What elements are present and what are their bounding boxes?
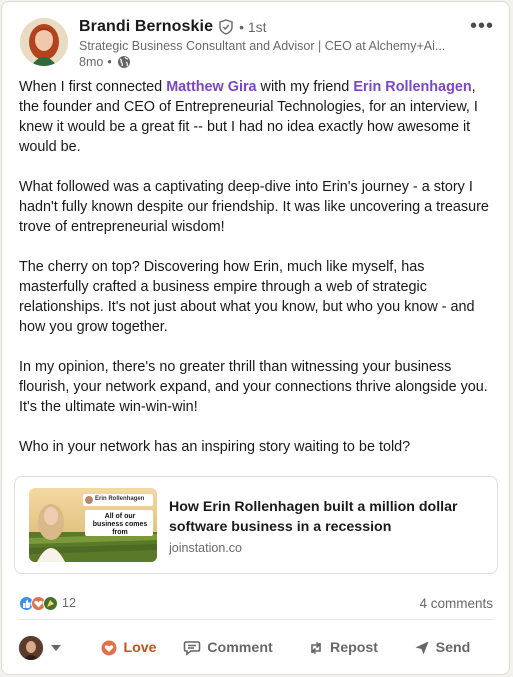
thumb-name: Erin Rollenhagen (95, 496, 145, 502)
degree-label: 1st (247, 19, 267, 35)
send-button[interactable]: Send (399, 628, 485, 668)
love-button[interactable]: Love (89, 628, 169, 668)
repost-button[interactable]: Repost (287, 628, 399, 668)
divider (19, 619, 493, 620)
action-bar: Love Comment Repost Send (19, 628, 493, 668)
thumb-caption: All of our business comes from (92, 513, 148, 536)
post-time: 8mo • (79, 55, 455, 69)
social-counts: 12 4 comments (19, 593, 493, 613)
text-segment: When I first connected (19, 79, 167, 95)
link-domain: joinstation.co (169, 541, 242, 555)
more-options-icon[interactable]: ••• (469, 15, 495, 37)
dot-separator: • (107, 55, 112, 69)
reaction-count: 12 (62, 596, 76, 610)
connection-degree: • 1st (239, 19, 267, 35)
love-label: Love (123, 640, 157, 656)
love-icon (101, 640, 117, 656)
link-preview-card[interactable]: Erin Rollenhagen All of our business com… (14, 476, 498, 574)
paragraph-5: Who in your network has an inspiring sto… (19, 439, 411, 455)
author-headline: Strategic Business Consultant and Adviso… (79, 39, 446, 53)
chevron-down-icon (51, 645, 61, 651)
paragraph-2: What followed was a captivating deep-div… (19, 179, 489, 235)
link-thumbnail: Erin Rollenhagen All of our business com… (29, 488, 157, 562)
current-user-avatar (19, 636, 43, 660)
author-avatar[interactable] (20, 18, 68, 66)
repost-icon (311, 641, 321, 655)
reaction-identity-selector[interactable] (19, 636, 79, 660)
text-segment: with my friend (256, 79, 354, 95)
repost-label: Repost (329, 640, 379, 656)
send-icon (415, 641, 429, 655)
comment-button[interactable]: Comment (169, 628, 287, 668)
comment-label: Comment (207, 640, 273, 656)
time-label: 8mo (79, 55, 104, 69)
link-title[interactable]: How Erin Rollenhagen built a million dol… (169, 497, 485, 537)
paragraph-4: In my opinion, there's no greater thrill… (19, 359, 488, 415)
comment-icon (183, 641, 201, 656)
post-body: When I first connected Matthew Gira with… (19, 77, 497, 457)
paragraph-1: When I first connected Matthew Gira with… (19, 77, 497, 157)
comments-count[interactable]: 4 comments (419, 596, 493, 611)
post-header: Brandi Bernoskie • 1st Strategic Busines… (20, 15, 495, 72)
post-card: Brandi Bernoskie • 1st Strategic Busines… (1, 1, 510, 675)
mention-matthew-gira[interactable]: Matthew Gira (166, 79, 256, 95)
author-name[interactable]: Brandi Bernoskie (79, 18, 213, 36)
globe-icon (117, 55, 131, 69)
verified-shield-icon (218, 19, 234, 35)
celebrate-reaction-icon (43, 595, 58, 611)
paragraph-3: The cherry on top? Discovering how Erin,… (19, 259, 475, 335)
mention-erin-rollenhagen[interactable]: Erin Rollenhagen (353, 79, 471, 95)
send-label: Send (435, 640, 471, 656)
reactions-summary[interactable]: 12 (19, 595, 76, 611)
author-meta: Brandi Bernoskie • 1st Strategic Busines… (79, 16, 455, 69)
